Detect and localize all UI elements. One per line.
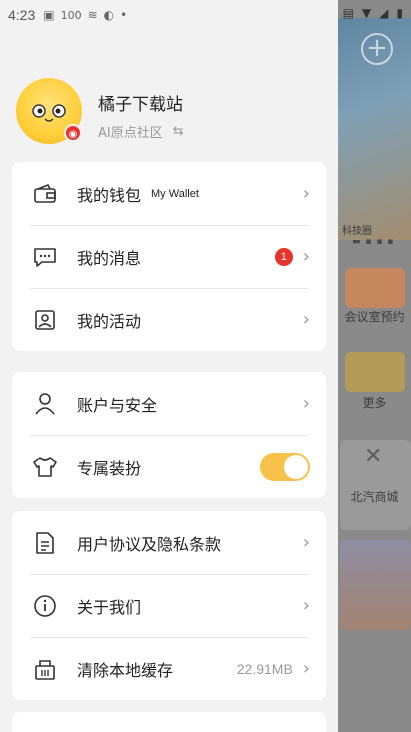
menu-item-label: 清除本地缓存 [77,660,174,680]
menu-item-label: 我的活动 [77,311,142,331]
switch-icon[interactable]: ⇆ [173,124,184,139]
user-icon [32,391,58,417]
menu-item-sublabel: My Wallet [151,187,199,200]
activity-icon [32,307,58,333]
menu-item-label: 账户与安全 [77,395,158,415]
chevron-right-icon: › [302,245,310,267]
wallet-icon [32,181,58,207]
background-caption: 科技圈 [342,226,372,237]
side-drawer: ◉ 橘子下载站 AI原点社区 ⇆ 我的钱包 My Wallet › 我的消息 1… [0,0,338,732]
camera-icon[interactable]: ◉ [64,124,82,142]
system-icons: ▤ ▼ ◢ ▮ [343,6,403,20]
outfit-toggle[interactable] [260,452,310,481]
status-bar: 4:23 ▣ 100 ≋ ◐ • ▤ ▼ ◢ ▮ [0,0,411,30]
avatar-face-icon [32,104,66,122]
status-time: 4:23 [8,7,36,23]
tile-label-more: 更多 [362,396,387,410]
carousel-dots: ▬ ▪ ▪ ▪ [352,237,395,247]
toggle-knob [284,454,308,479]
info-icon [32,593,58,619]
notification-a-icon: ▣ [43,8,55,22]
document-icon [32,530,58,556]
notification-icons: ▣ 100 ≋ ◐ • [43,8,127,22]
menu-item-wallet[interactable]: 我的钱包 My Wallet › [12,162,326,225]
briefcase-icon: ▤ [342,6,354,20]
background-image-card[interactable] [340,540,411,630]
battery-icon: ▮ [396,6,403,20]
menu-item-label: 用户协议及隐私条款 [77,534,222,554]
unread-badge: 1 [274,247,293,266]
more-icon[interactable] [345,352,405,392]
menu-item-agreement[interactable]: 用户协议及隐私条款 › [12,511,326,574]
chevron-right-icon: › [302,531,310,553]
message-icon [32,244,58,270]
dot-icon: • [120,8,128,22]
trash-icon [32,656,58,682]
menu-item-about[interactable]: 关于我们 › [12,574,326,637]
chevron-right-icon: › [302,657,310,679]
chevron-right-icon: › [302,594,310,616]
profile-name: 橘子下载站 [98,95,183,115]
menu-item-label: 我的消息 [77,248,142,268]
compass-icon: ◐ [103,8,115,22]
menu-item-label: 我的钱包 [77,185,142,205]
community-switcher[interactable]: AI原点社区 ⇆ [98,122,184,141]
add-icon[interactable]: + [361,33,393,65]
community-label: AI原点社区 [98,126,163,141]
menu-item-clear-cache[interactable]: 清除本地缓存 22.91MB › [12,637,326,700]
menu-item-activity[interactable]: 我的活动 › [12,288,326,351]
notification-icon: ≋ [87,8,98,22]
close-icon[interactable]: ✕ [364,444,382,469]
tile-label-meeting: 会议室预约 [344,310,405,324]
tshirt-icon [32,454,58,480]
menu-item-account[interactable]: 账户与安全 › [12,372,326,435]
menu-item-messages[interactable]: 我的消息 1 › [12,225,326,288]
meeting-room-icon[interactable] [345,268,405,308]
battery-text: 100 [60,8,82,22]
cache-size: 22.91MB [236,660,293,677]
chevron-right-icon: › [302,392,310,414]
menu-group-personal: 我的钱包 My Wallet › 我的消息 1 › 我的活动 › [12,162,326,351]
profile-header[interactable]: ◉ 橘子下载站 AI原点社区 ⇆ [16,76,326,146]
wifi-icon: ▼ [361,6,372,20]
menu-group-account: 账户与安全 › 专属装扮 [12,372,326,498]
signal-icon: ◢ [379,6,389,20]
tile-label-mall: 北汽商城 [350,490,399,504]
menu-item-label: 专属装扮 [77,458,142,478]
menu-group-about: 用户协议及隐私条款 › 关于我们 › 清除本地缓存 22.91MB › [12,511,326,700]
chevron-right-icon: › [302,308,310,330]
menu-group-peek [12,712,326,732]
chevron-right-icon: › [302,182,310,204]
menu-item-label: 关于我们 [77,597,142,617]
menu-item-outfit: 专属装扮 [12,435,326,498]
